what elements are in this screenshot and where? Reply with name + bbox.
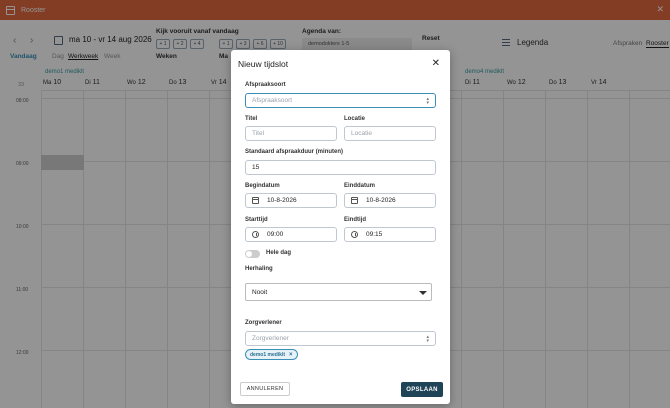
dialog-title: Nieuw tijdslot xyxy=(238,59,289,69)
updown-chevron-icon: ▴ ▾ xyxy=(426,96,429,106)
appointment-type-select[interactable]: Afspraaksoort ▴ ▾ xyxy=(245,93,436,108)
caregiver-label: Zorgverlener xyxy=(245,320,282,326)
end-time-value: 09:15 xyxy=(366,231,383,238)
caret-down-icon xyxy=(419,291,427,295)
location-input[interactable]: Locatie xyxy=(344,126,436,141)
title-label: Titel xyxy=(245,116,258,122)
remove-icon[interactable]: × xyxy=(289,352,293,358)
appointment-type-placeholder: Afspraaksoort xyxy=(252,97,293,104)
location-label: Locatie xyxy=(344,116,366,122)
start-time-value: 09:00 xyxy=(267,231,284,238)
close-icon[interactable]: ✕ xyxy=(432,58,440,69)
duration-label: Standaard afspraakduur (minuten) xyxy=(245,149,344,155)
start-date-input[interactable]: 10-8-2026 xyxy=(245,193,337,208)
save-button[interactable]: OPSLAAN xyxy=(401,382,443,397)
end-time-input[interactable]: 09:15 xyxy=(344,227,436,242)
updown-chevron-icon: ▴ ▾ xyxy=(426,334,429,344)
caregiver-placeholder: Zorgverlener xyxy=(252,335,289,342)
all-day-label: Hele dag xyxy=(266,250,292,256)
title-input[interactable]: Titel xyxy=(245,126,337,141)
caregiver-chip-label: demo1 mediklt xyxy=(250,351,286,358)
end-time-label: Eindtijd xyxy=(344,217,366,223)
start-date-value: 10-8-2026 xyxy=(267,197,297,204)
cancel-button[interactable]: ANNULEREN xyxy=(240,382,290,396)
duration-value: 15 xyxy=(252,164,260,171)
all-day-toggle[interactable] xyxy=(245,250,260,258)
repeat-label: Herhaling xyxy=(245,266,273,272)
new-timeslot-dialog: Nieuw tijdslot ✕ Afspraaksoort Afspraaks… xyxy=(231,50,450,404)
repeat-value: Nooit xyxy=(252,288,268,296)
duration-input[interactable]: 15 xyxy=(245,160,436,175)
caregiver-select[interactable]: Zorgverlener ▴ ▾ xyxy=(245,331,436,346)
caregiver-chip: demo1 mediklt × xyxy=(245,349,298,360)
clock-icon xyxy=(351,231,358,238)
end-date-label: Einddatum xyxy=(344,183,375,189)
title-placeholder: Titel xyxy=(252,130,265,137)
start-time-input[interactable]: 09:00 xyxy=(245,227,337,242)
appointment-type-label: Afspraaksoort xyxy=(245,82,286,88)
location-placeholder: Locatie xyxy=(351,130,372,137)
calendar-icon xyxy=(252,197,259,204)
calendar-icon xyxy=(351,197,358,204)
start-time-label: Starttijd xyxy=(245,217,268,223)
end-date-input[interactable]: 10-8-2026 xyxy=(344,193,436,208)
repeat-select[interactable]: Nooit xyxy=(245,283,432,301)
end-date-value: 10-8-2026 xyxy=(366,197,396,204)
start-date-label: Begindatum xyxy=(245,183,280,189)
clock-icon xyxy=(252,231,259,238)
